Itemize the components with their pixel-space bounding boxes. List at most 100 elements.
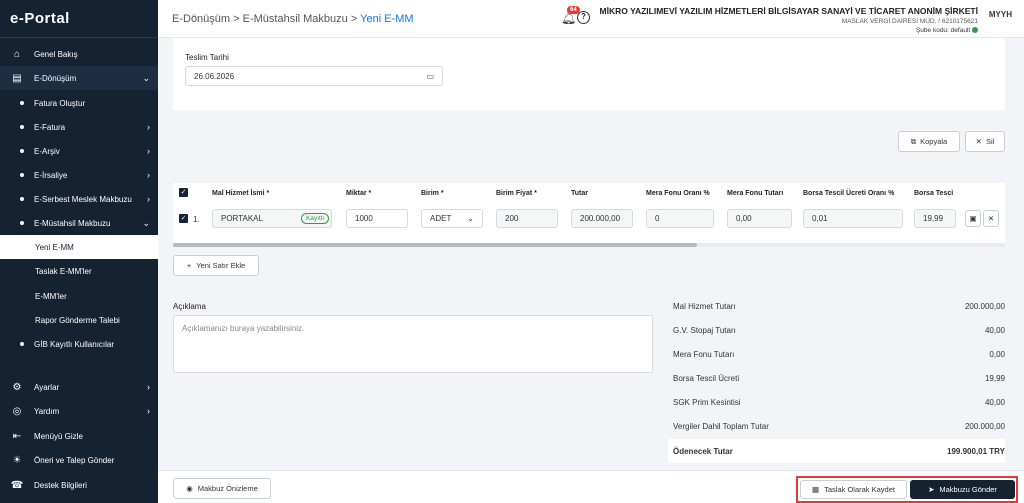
save-row-button[interactable]: ▣ xyxy=(965,210,981,227)
bullet-icon xyxy=(20,221,24,225)
row-index: 1. xyxy=(193,215,200,224)
sidebar-item-e-arsiv[interactable]: E-Arşiv › xyxy=(0,139,158,163)
preview-button[interactable]: ◉ Makbuz Önizleme xyxy=(173,478,271,499)
calendar-icon[interactable]: ▭ xyxy=(426,72,434,81)
mera-amount-value: 0,00 xyxy=(736,214,752,223)
remove-row-button[interactable]: ✕ xyxy=(983,210,999,227)
notes-label: Açıklama xyxy=(173,302,206,311)
save-draft-button[interactable]: ▦ Taslak Olarak Kaydet xyxy=(800,480,907,499)
top-header: E-Dönüşüm > E-Müstahsil Makbuzu > Yeni E… xyxy=(158,0,1024,38)
bullet-icon xyxy=(20,342,24,346)
breadcrumb: E-Dönüşüm > E-Müstahsil Makbuzu > Yeni E… xyxy=(172,13,414,25)
unit-price-input[interactable]: 200 xyxy=(496,209,558,228)
sidebar-item-yardim[interactable]: ◎ Yardım › xyxy=(0,399,158,423)
sidebar-item-fatura-olustur[interactable]: Fatura Oluştur xyxy=(0,91,158,115)
table-row: ✓ 1. PORTAKAL Kayıtlı 1000 ADET ⌄ 200 20… xyxy=(173,209,1005,231)
sidebar-item-label: Destek Bilgileri xyxy=(34,480,87,490)
horizontal-scrollbar[interactable] xyxy=(173,243,1005,247)
column-header: Borsa Tesci xyxy=(914,190,954,197)
breadcrumb-separator: > xyxy=(350,13,361,25)
save-icon: ▣ xyxy=(969,214,977,223)
registered-badge: Kayıtlı xyxy=(301,213,330,224)
sidebar-item-label: Yeni E-MM xyxy=(35,242,74,252)
scrollbar-thumb[interactable] xyxy=(173,243,697,247)
summary-row: SGK Prim Kesintisi 40,00 xyxy=(673,390,1005,414)
notes-textarea[interactable]: Açıklamanızı buraya yazabilirsiniz. xyxy=(173,315,653,373)
unit-price-value: 200 xyxy=(505,214,519,223)
sidebar-item-e-serbest-meslek[interactable]: E-Serbest Meslek Makbuzu › xyxy=(0,187,158,211)
sidebar: e-Portal ⌂ Genel Bakış ▤ E-Dönüşüm ⌄ Fat… xyxy=(0,0,158,503)
sidebar-item-yeni-emm[interactable]: Yeni E-MM xyxy=(0,235,158,259)
close-icon: ✕ xyxy=(975,137,982,146)
app-logo: e-Portal xyxy=(10,10,70,27)
sidebar-item-menu-gizle[interactable]: ⇤ Menüyü Gizle xyxy=(0,424,158,448)
sidebar-item-label: Genel Bakış xyxy=(34,49,78,59)
delivery-date-value: 26.06.2026 xyxy=(194,71,235,81)
mera-rate-value: 0 xyxy=(655,214,660,223)
row-checkbox[interactable]: ✓ xyxy=(179,214,188,223)
sidebar-item-e-irsaliye[interactable]: E-İrsaliye › xyxy=(0,163,158,187)
summary-row: Vergiler Dahil Toplam Tutar 200.000,00 xyxy=(673,414,1005,438)
summary-row: Borsa Tescil Ücreti 19,99 xyxy=(673,366,1005,390)
summary-row: Mal Hizmet Tutarı 200.000,00 xyxy=(673,294,1005,318)
summary-label: Borsa Tescil Ücreti xyxy=(673,373,740,383)
summary-label: G.V. Stopaj Tutarı xyxy=(673,325,736,335)
summary-value: 0,00 xyxy=(989,349,1005,359)
amount-value: 200.000,00 xyxy=(580,214,621,223)
bullet-icon xyxy=(20,149,24,153)
borsa-amount-field[interactable]: 19,99 xyxy=(914,209,956,228)
summary-value: 200.000,00 xyxy=(964,301,1005,311)
summary-value: 199.900,01 TRY xyxy=(947,446,1005,456)
column-header: Mera Fonu Oranı % xyxy=(646,190,710,197)
breadcrumb-item[interactable]: E-Müstahsil Makbuzu xyxy=(243,13,348,25)
lifebuoy-icon: ◎ xyxy=(12,405,22,417)
sidebar-item-genel-bakis[interactable]: ⌂ Genel Bakış xyxy=(0,42,158,66)
mera-rate-input[interactable]: 0 xyxy=(646,209,714,228)
breadcrumb-item[interactable]: E-Dönüşüm xyxy=(172,13,230,25)
sidebar-item-label: Ayarlar xyxy=(34,382,60,392)
quantity-input[interactable]: 1000 xyxy=(346,209,408,228)
avatar[interactable]: MYYH xyxy=(989,10,1012,19)
add-row-button[interactable]: + Yeni Satır Ekle xyxy=(173,255,259,276)
sidebar-item-e-donusum[interactable]: ▤ E-Dönüşüm ⌄ xyxy=(0,66,158,90)
delete-label: Sil xyxy=(985,137,995,146)
draft-icon: ▦ xyxy=(812,485,820,494)
mera-amount-field[interactable]: 0,00 xyxy=(727,209,792,228)
preview-label: Makbuz Önizleme xyxy=(197,484,258,493)
send-receipt-button[interactable]: ➤ Makbuzu Gönder xyxy=(910,480,1015,499)
delete-button[interactable]: ✕ Sil xyxy=(965,131,1005,152)
company-name: MİKRO YAZILIMEVİ YAZILIM HİZMETLERİ BİLG… xyxy=(599,6,978,16)
help-icon[interactable]: ? xyxy=(577,11,590,24)
amount-field[interactable]: 200.000,00 xyxy=(571,209,633,228)
delivery-date-input[interactable]: 26.06.2026 ▭ xyxy=(185,66,443,86)
column-header: Birim * xyxy=(421,190,444,197)
sidebar-item-gib-kayitli[interactable]: GİB Kayıtlı Kullanıcılar xyxy=(0,332,158,356)
sidebar-item-taslak-emm[interactable]: Taslak E-MM'ler xyxy=(0,259,158,283)
sidebar-item-label: Öneri ve Talep Gönder xyxy=(34,455,115,465)
tax-office: MASLAK VERGİ DAİRESİ MÜD. / 6210175621 xyxy=(841,18,978,25)
unit-value: ADET xyxy=(430,214,452,223)
sidebar-item-rapor-gonderme[interactable]: Rapor Gönderme Talebi xyxy=(0,308,158,332)
column-header: Miktar * xyxy=(346,190,372,197)
sidebar-item-e-mustahsil[interactable]: E-Müstahsil Makbuzu ⌄ xyxy=(0,211,158,235)
column-header: Birim Fiyat * xyxy=(496,190,537,197)
save-draft-label: Taslak Olarak Kaydet xyxy=(824,485,895,494)
sidebar-item-label: Taslak E-MM'ler xyxy=(35,266,92,276)
sidebar-item-emm-list[interactable]: E-MM'ler xyxy=(0,284,158,308)
summary-label: Mal Hizmet Tutarı xyxy=(673,301,736,311)
copy-button[interactable]: ⧉ Kopyala xyxy=(898,131,960,152)
summary-value: 200.000,00 xyxy=(964,421,1005,431)
column-header: Mera Fonu Tutarı xyxy=(727,190,784,197)
sidebar-item-e-fatura[interactable]: E-Fatura › xyxy=(0,115,158,139)
borsa-rate-input[interactable]: 0,01 xyxy=(803,209,903,228)
sidebar-item-label: E-Serbest Meslek Makbuzu xyxy=(34,194,132,204)
sidebar-item-ayarlar[interactable]: ⚙ Ayarlar › xyxy=(0,375,158,399)
company-info: MİKRO YAZILIMEVİ YAZILIM HİZMETLERİ BİLG… xyxy=(600,6,978,34)
status-dot-icon xyxy=(972,27,978,34)
borsa-rate-value: 0,01 xyxy=(812,214,828,223)
unit-select[interactable]: ADET ⌄ xyxy=(421,209,483,228)
select-all-checkbox[interactable]: ✓ xyxy=(179,188,188,197)
sidebar-item-destek-bilgileri[interactable]: ☎ Destek Bilgileri xyxy=(0,473,158,497)
bullet-icon xyxy=(20,197,24,201)
sidebar-item-oneri-talep[interactable]: ☀ Öneri ve Talep Gönder xyxy=(0,448,158,472)
